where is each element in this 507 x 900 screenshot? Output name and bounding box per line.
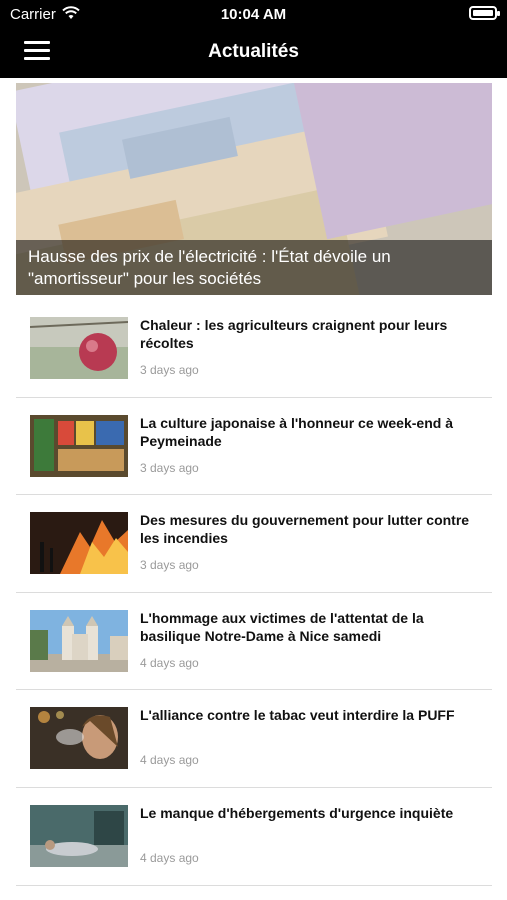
basilica-image: [30, 609, 128, 672]
featured-article[interactable]: Hausse des prix de l'électricité : l'Éta…: [16, 83, 492, 295]
list-item[interactable]: L'hommage aux victimes de l'attentat de …: [16, 593, 492, 691]
app-header: Carrier 10:04 AM Actualités: [0, 0, 507, 78]
article-time: 3 days ago: [140, 363, 199, 377]
article-title: Le manque d'hébergements d'urgence inqui…: [140, 804, 454, 821]
list-item[interactable]: Des mesures du gouvernement pour lutter …: [16, 495, 492, 593]
article-title: La culture japonaise à l'honneur ce week…: [140, 414, 453, 449]
article-list: Chaleur : les agriculteurs craignent pou…: [16, 300, 492, 886]
status-bar: Carrier 10:04 AM: [0, 0, 507, 28]
article-time: 4 days ago: [140, 850, 199, 865]
list-item[interactable]: Le manque d'hébergements d'urgence inqui…: [16, 788, 492, 886]
featured-title: Hausse des prix de l'électricité : l'Éta…: [16, 240, 492, 295]
person-vaping-image: [30, 707, 128, 770]
japanese-shop-image: [30, 414, 128, 477]
article-time: 4 days ago: [140, 753, 199, 768]
list-item[interactable]: La culture japonaise à l'honneur ce week…: [16, 398, 492, 496]
list-item[interactable]: Chaleur : les agriculteurs craignent pou…: [16, 300, 492, 398]
page-title: Actualités: [208, 41, 299, 62]
nav-bar: Actualités: [0, 28, 507, 78]
battery-icon: [469, 6, 500, 20]
forest-fire-image: [30, 512, 128, 575]
article-title: Chaleur : les agriculteurs craignent pou…: [140, 317, 448, 351]
homeless-person-image: [30, 804, 128, 867]
apple-tree-image: [30, 317, 128, 379]
article-title: L'hommage aux victimes de l'attentat de …: [140, 609, 424, 644]
status-time: 10:04 AM: [220, 6, 287, 23]
article-title: L'alliance contre le tabac veut interdir…: [140, 707, 455, 724]
article-time: 3 days ago: [140, 558, 199, 573]
list-item[interactable]: L'alliance contre le tabac veut interdir…: [16, 690, 492, 788]
article-time: 3 days ago: [140, 460, 199, 475]
article-time: 4 days ago: [140, 655, 199, 670]
article-title: Des mesures du gouvernement pour lutter …: [140, 512, 470, 547]
